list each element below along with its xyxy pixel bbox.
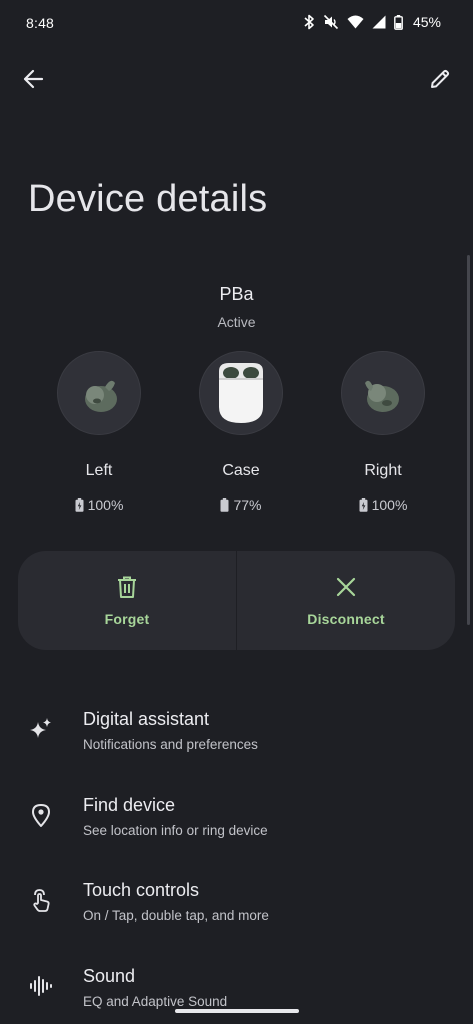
list-item-title: Digital assistant: [83, 709, 210, 729]
touch-icon: [28, 887, 54, 913]
forget-button[interactable]: Forget: [18, 551, 236, 650]
right-earbud-image: [341, 351, 425, 435]
list-item-title: Find device: [83, 794, 176, 815]
device-status: Active: [217, 314, 256, 330]
action-card: Forget Disconnect: [18, 551, 455, 650]
status-icons: 45%: [303, 14, 441, 30]
left-earbud-image: [57, 351, 141, 435]
list-item-title: Touch controls: [83, 880, 200, 900]
case-label: Case: [222, 462, 260, 479]
sound-wave-icon: [28, 973, 54, 999]
list-item-title: Sound: [83, 965, 136, 986]
pencil-icon: [429, 68, 451, 95]
location-pin-icon: [28, 802, 54, 828]
scrollbar[interactable]: [467, 255, 470, 625]
forget-label: Forget: [104, 611, 150, 627]
earbud-icon: [85, 380, 117, 412]
disconnect-button[interactable]: Disconnect: [237, 551, 455, 650]
battery-charging-icon: [359, 498, 368, 512]
left-label: Left: [85, 462, 113, 479]
edit-button[interactable]: [421, 62, 459, 100]
trash-icon: [118, 576, 136, 598]
settings-list: Digital assistant Notifications and pref…: [0, 692, 473, 1024]
sparkle-icon: [28, 716, 54, 742]
left-battery: 100%: [57, 497, 141, 513]
battery-icon: [220, 498, 229, 512]
status-time: 8:48: [26, 15, 55, 31]
mute-icon: [323, 14, 339, 30]
battery-icon: [394, 14, 403, 30]
case-battery-text: 77%: [233, 497, 262, 513]
list-item-digital-assistant[interactable]: Digital assistant Notifications and pref…: [0, 692, 473, 778]
case-battery: 77%: [199, 497, 283, 513]
list-item-find-device[interactable]: Find device See location info or ring de…: [0, 778, 473, 864]
list-item-subtitle: Notifications and preferences: [83, 737, 258, 752]
charging-case-icon: [219, 363, 263, 423]
page-title: Device details: [28, 178, 268, 220]
right-label: Right: [364, 462, 402, 479]
status-bar: 8:48 45%: [0, 0, 473, 46]
left-battery-text: 100%: [87, 497, 124, 513]
wifi-icon: [347, 15, 364, 29]
gesture-nav-handle[interactable]: [175, 1009, 299, 1013]
list-item-touch-controls[interactable]: Touch controls On / Tap, double tap, and…: [0, 863, 473, 949]
list-item-subtitle: See location info or ring device: [83, 822, 268, 838]
earbud-icon: [365, 380, 399, 412]
list-item-subtitle: EQ and Adaptive Sound: [83, 993, 228, 1009]
disconnect-label: Disconnect: [307, 611, 385, 627]
arrow-back-icon: [22, 68, 44, 95]
list-item-subtitle: On / Tap, double tap, and more: [83, 908, 269, 923]
back-button[interactable]: [14, 62, 52, 100]
close-icon: [336, 577, 356, 597]
device-name: PBa: [219, 284, 254, 304]
right-battery: 100%: [341, 497, 425, 513]
device-details-screen: 8:48 45% Device details PBa Active Left …: [0, 0, 473, 1024]
signal-icon: [372, 15, 386, 29]
bluetooth-icon: [303, 14, 315, 30]
right-battery-text: 100%: [371, 497, 408, 513]
battery-percent: 45%: [412, 14, 441, 30]
case-image: [199, 351, 283, 435]
battery-charging-icon: [75, 498, 84, 512]
